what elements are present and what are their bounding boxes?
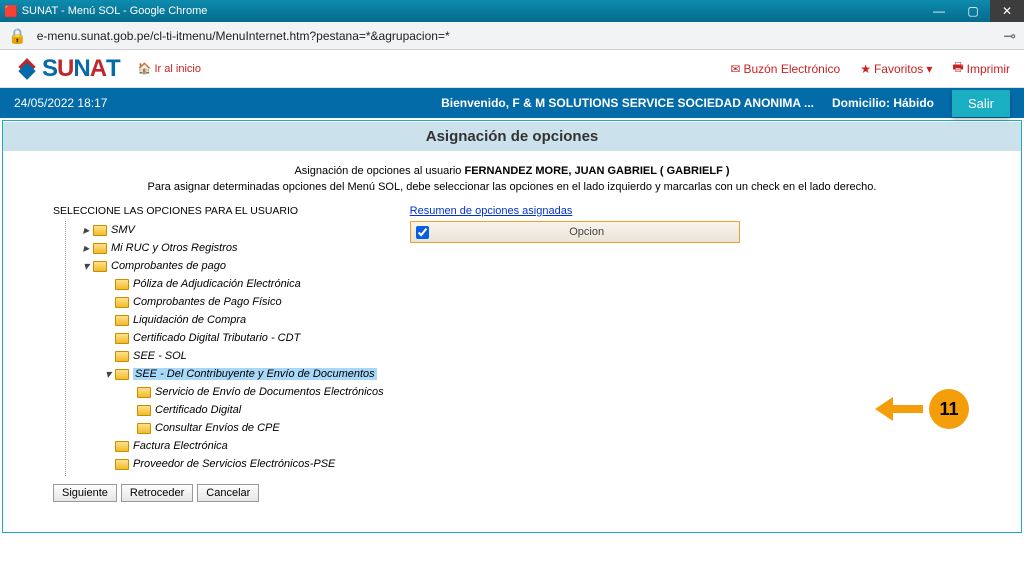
folder-icon	[137, 423, 151, 434]
salir-button[interactable]: Salir	[952, 90, 1010, 117]
tree-item[interactable]: Consultar Envíos de CPE	[61, 419, 384, 437]
imprimir-label: Imprimir	[967, 62, 1010, 76]
mail-icon: ✉	[730, 62, 740, 76]
window-titlebar: 🟥 SUNAT - Menú SOL - Google Chrome ― ▢ ✕	[0, 0, 1024, 22]
home-label: Ir al inicio	[154, 63, 200, 75]
folder-icon	[115, 333, 129, 344]
tree-header: SELECCIONE LAS OPCIONES PARA EL USUARIO	[53, 205, 384, 217]
vertical-separator	[390, 205, 404, 502]
folder-icon	[137, 405, 151, 416]
buzon-label: Buzón Electrónico	[743, 62, 840, 76]
maximize-button[interactable]: ▢	[956, 0, 990, 22]
home-link[interactable]: 🏠 Ir al inicio	[138, 62, 201, 75]
tree-item-see-contrib[interactable]: ▾SEE - Del Contribuyente y Envío de Docu…	[61, 365, 384, 383]
retroceder-button[interactable]: Retroceder	[121, 484, 193, 502]
tree-item[interactable]: SEE - SOL	[61, 347, 384, 365]
window-title: SUNAT - Menú SOL - Google Chrome	[22, 5, 208, 17]
options-tree-panel: SELECCIONE LAS OPCIONES PARA EL USUARIO …	[53, 205, 384, 502]
favoritos-link[interactable]: ★ Favoritos ▾	[860, 62, 932, 76]
tree-item-mi-ruc[interactable]: ▸Mi RUC y Otros Registros	[61, 239, 384, 257]
siguiente-button[interactable]: Siguiente	[53, 484, 117, 502]
opcion-table: Opcion	[410, 221, 740, 243]
folder-icon	[115, 315, 129, 326]
star-icon: ★	[860, 62, 871, 76]
datetime: 24/05/2022 18:17	[14, 96, 107, 110]
folder-icon	[115, 279, 129, 290]
chevron-down-icon: ▾	[926, 62, 932, 76]
tree-item[interactable]: Comprobantes - Contingencia	[61, 473, 384, 476]
folder-icon	[115, 297, 129, 308]
favoritos-label: Favoritos	[874, 62, 923, 76]
folder-icon	[93, 225, 107, 236]
folder-icon	[115, 351, 129, 362]
lock-icon: 🔒	[8, 27, 27, 45]
resumen-link[interactable]: Resumen de opciones asignadas	[410, 205, 573, 217]
arrow-left-icon	[875, 399, 923, 419]
status-bar: 24/05/2022 18:17 Bienvenido, F & M SOLUT…	[0, 88, 1024, 118]
browser-address-bar: 🔒 e-menu.sunat.gob.pe/cl-ti-itmenu/MenuI…	[0, 22, 1024, 50]
imprimir-link[interactable]: 🖶 Imprimir	[952, 58, 1010, 79]
domicilio-text: Domicilio: Hábido	[832, 96, 934, 110]
window-controls: ― ▢ ✕	[922, 0, 1024, 22]
tree-item[interactable]: Certificado Digital Tributario - CDT	[61, 329, 384, 347]
tree-item[interactable]: Certificado Digital	[61, 401, 384, 419]
instruction-callout: 11	[875, 389, 969, 429]
logo-icon	[14, 56, 40, 82]
folder-icon	[115, 441, 129, 452]
password-key-icon[interactable]: ⊸	[1003, 27, 1016, 45]
opcion-header: Opcion	[435, 226, 739, 238]
tree-item[interactable]: Liquidación de Compra	[61, 311, 384, 329]
tree-item[interactable]: Comprobantes de Pago Físico	[61, 293, 384, 311]
home-icon: 🏠	[138, 63, 152, 75]
app-icon: 🟥	[4, 5, 18, 18]
assign-title: Asignación de opciones al usuario FERNAN…	[53, 165, 971, 177]
tree-item-smv[interactable]: ▸SMV	[61, 221, 384, 239]
folder-icon	[115, 459, 129, 470]
assign-user: FERNANDEZ MORE, JUAN GABRIEL ( GABRIELF …	[464, 165, 729, 177]
page-title: Asignación de opciones	[3, 121, 1021, 151]
options-tree[interactable]: ▸SMV ▸Mi RUC y Otros Registros ▾Comproba…	[53, 221, 384, 476]
folder-icon	[93, 261, 107, 272]
assign-description: Para asignar determinadas opciones del M…	[53, 181, 971, 193]
buzon-link[interactable]: ✉ Buzón Electrónico	[730, 62, 840, 76]
folder-icon	[137, 387, 151, 398]
tree-item[interactable]: Póliza de Adjudicación Electrónica	[61, 275, 384, 293]
folder-icon	[115, 369, 129, 380]
tree-item[interactable]: Proveedor de Servicios Electrónicos-PSE	[61, 455, 384, 473]
url-text[interactable]: e-menu.sunat.gob.pe/cl-ti-itmenu/MenuInt…	[37, 29, 994, 43]
assign-prefix: Asignación de opciones al usuario	[294, 165, 464, 177]
assigned-panel: Resumen de opciones asignadas Opcion	[410, 205, 971, 502]
opcion-checkbox[interactable]	[416, 226, 429, 239]
minimize-button[interactable]: ―	[922, 0, 956, 22]
print-icon: 🖶	[952, 58, 963, 79]
main-frame: Asignación de opciones Asignación de opc…	[2, 120, 1022, 533]
app-header: SUNAT 🏠 Ir al inicio ✉ Buzón Electrónico…	[0, 50, 1024, 88]
cancelar-button[interactable]: Cancelar	[197, 484, 259, 502]
close-button[interactable]: ✕	[990, 0, 1024, 22]
folder-icon	[93, 243, 107, 254]
tree-item[interactable]: Servicio de Envío de Documentos Electrón…	[61, 383, 384, 401]
welcome-text: Bienvenido, F & M SOLUTIONS SERVICE SOCI…	[441, 96, 814, 110]
step-number-badge: 11	[929, 389, 969, 429]
sunat-logo: SUNAT	[14, 55, 120, 83]
tree-item[interactable]: Factura Electrónica	[61, 437, 384, 455]
tree-item-comprobantes[interactable]: ▾Comprobantes de pago	[61, 257, 384, 275]
